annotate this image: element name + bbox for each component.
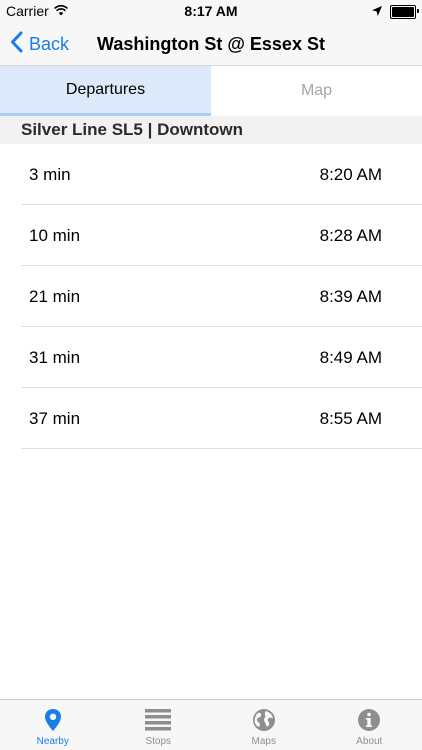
info-icon (357, 707, 381, 733)
tab-stops[interactable]: Stops (106, 700, 212, 750)
departure-minutes: 3 min (29, 164, 71, 184)
departure-time: 8:55 AM (319, 408, 382, 428)
battery-fill (392, 7, 414, 17)
departure-time: 8:39 AM (319, 286, 382, 306)
status-right (372, 3, 419, 21)
tab-maps[interactable]: Maps (211, 700, 317, 750)
departure-minutes: 31 min (29, 347, 81, 367)
globe-icon (252, 707, 276, 733)
battery-tip (417, 9, 419, 13)
list-icon (145, 707, 172, 733)
tab-bar: Nearby Stops Maps About (0, 699, 422, 750)
tab-departures[interactable]: Departures (0, 66, 211, 116)
departures-list: 3 min 8:20 AM 10 min 8:28 AM 21 min 8:39… (0, 144, 422, 449)
departure-time: 8:49 AM (319, 347, 382, 367)
departure-row[interactable]: 37 min 8:55 AM (0, 388, 422, 449)
departure-time: 8:20 AM (319, 164, 382, 184)
back-label: Back (29, 33, 70, 54)
battery-icon (390, 5, 419, 19)
departure-minutes: 21 min (29, 286, 81, 306)
location-pin-icon (44, 707, 62, 733)
route-header: Silver Line SL5 | Downtown (0, 116, 422, 144)
departure-minutes: 10 min (29, 225, 81, 245)
departure-minutes: 37 min (29, 408, 81, 428)
tab-label: About (356, 736, 383, 747)
status-time: 8:17 AM (184, 3, 238, 19)
row-divider (21, 448, 422, 449)
tab-label: Maps (251, 736, 276, 747)
tab-nearby[interactable]: Nearby (0, 700, 106, 750)
departure-row[interactable]: 31 min 8:49 AM (0, 327, 422, 388)
departure-row[interactable]: 10 min 8:28 AM (0, 205, 422, 266)
departure-row[interactable]: 21 min 8:39 AM (0, 266, 422, 327)
departure-row[interactable]: 3 min 8:20 AM (0, 144, 422, 205)
tab-map[interactable]: Map (211, 66, 422, 116)
tab-label: Nearby (36, 736, 69, 747)
view-tabs: Departures Map (0, 66, 422, 116)
status-bar: Carrier 8:17 AM (0, 0, 422, 22)
chevron-left-icon (10, 31, 23, 58)
location-arrow-icon (372, 3, 382, 21)
tab-label: Stops (145, 736, 172, 747)
departure-time: 8:28 AM (319, 225, 382, 245)
back-button[interactable]: Back (10, 22, 69, 66)
navigation-bar: Washington St @ Essex St Back (0, 22, 422, 66)
tab-about[interactable]: About (317, 700, 422, 750)
